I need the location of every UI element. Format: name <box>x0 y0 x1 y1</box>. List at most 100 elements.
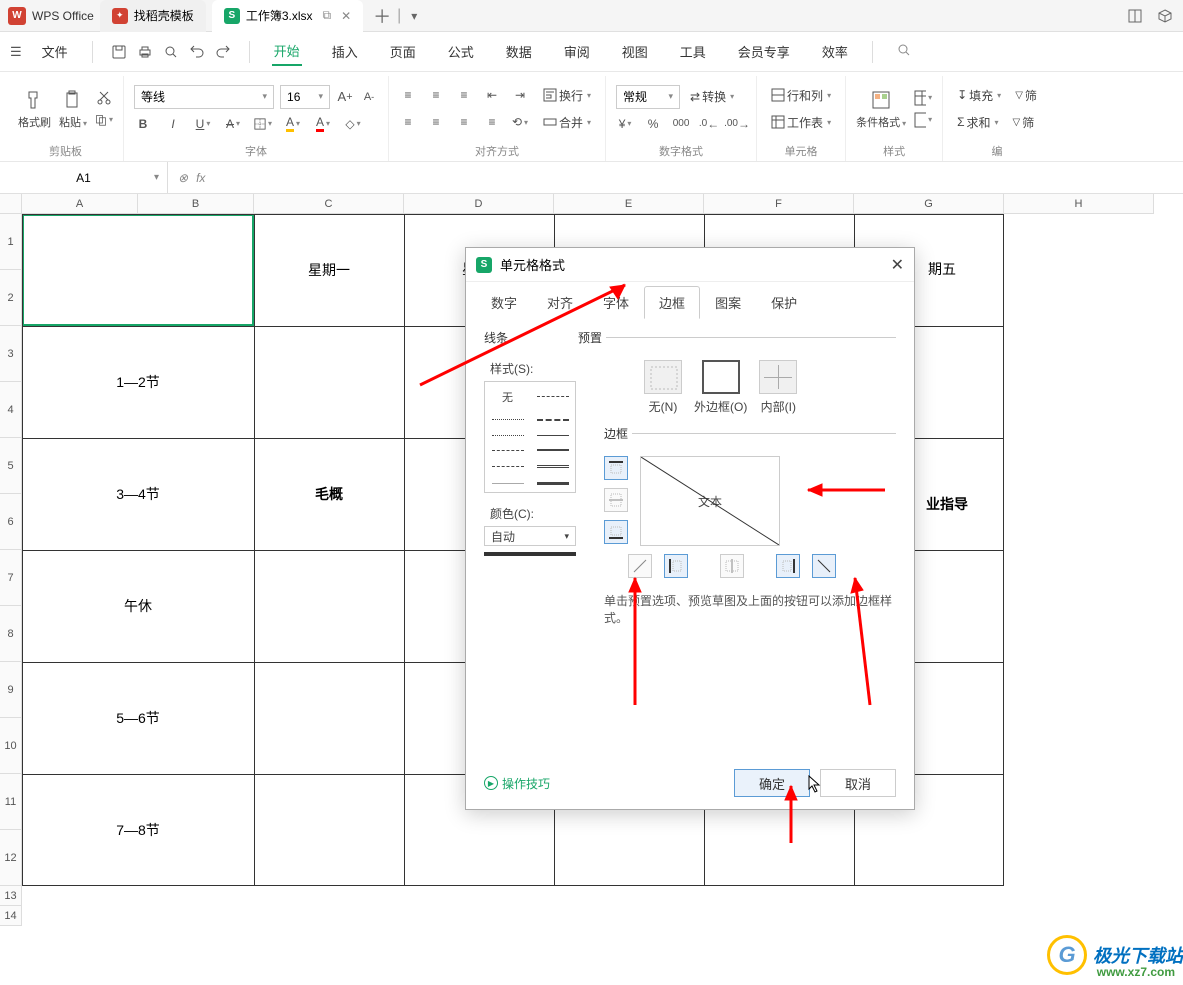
save-icon[interactable] <box>111 44 127 60</box>
row-header[interactable]: 8 <box>0 606 22 662</box>
chevron-down-icon[interactable]: ▾ <box>154 172 159 183</box>
rowcol-button[interactable]: 行和列▾ <box>767 85 835 106</box>
strikethrough-icon[interactable]: A▾ <box>224 115 242 133</box>
cell[interactable]: 毛概 <box>254 438 404 550</box>
row-header[interactable]: 2 <box>0 270 22 326</box>
cell[interactable]: 期五 <box>912 259 972 279</box>
col-header[interactable]: A <box>22 194 138 214</box>
menu-formula[interactable]: 公式 <box>446 38 476 65</box>
row-header[interactable]: 12 <box>0 830 22 886</box>
style-option[interactable] <box>530 475 575 492</box>
cell[interactable]: 午休 <box>22 550 254 662</box>
style-option[interactable] <box>530 442 575 458</box>
cube-icon[interactable] <box>1157 8 1173 24</box>
menu-start[interactable]: 开始 <box>272 37 302 66</box>
row-header[interactable]: 13 <box>0 886 22 906</box>
align-middle-icon[interactable]: ≡ <box>427 86 445 104</box>
thousands-icon[interactable]: 000 <box>672 115 690 133</box>
increase-decimal-icon[interactable]: .0← <box>700 115 718 133</box>
align-top-icon[interactable]: ≡ <box>399 86 417 104</box>
fill-color-icon[interactable]: A▾ <box>284 115 302 133</box>
convert-button[interactable]: ⇄转换▾ <box>686 86 738 107</box>
border-left-button[interactable] <box>664 554 688 578</box>
file-menu[interactable]: 文件 <box>40 38 70 65</box>
style-option[interactable] <box>485 442 530 458</box>
menu-page[interactable]: 页面 <box>388 38 418 65</box>
merge-button[interactable]: 合并▾ <box>539 112 595 133</box>
clear-format-icon[interactable]: ◇▾ <box>344 115 362 133</box>
align-left-icon[interactable]: ≡ <box>399 113 417 131</box>
add-tab-button[interactable]: ＋ <box>373 3 391 29</box>
col-header[interactable]: F <box>704 194 854 214</box>
sum-button[interactable]: Σ求和▾ <box>953 112 1002 133</box>
cell[interactable]: 3—4节 <box>22 438 254 550</box>
style-option[interactable] <box>485 458 530 475</box>
close-icon[interactable]: ✕ <box>891 255 904 275</box>
preset-inner[interactable]: 内部(I) <box>759 360 797 415</box>
menu-vip[interactable]: 会员专享 <box>736 38 792 65</box>
row-header[interactable]: 10 <box>0 718 22 774</box>
border-right-button[interactable] <box>776 554 800 578</box>
col-header[interactable]: B <box>138 194 254 214</box>
indent-decrease-icon[interactable]: ⇤ <box>483 86 501 104</box>
redo-icon[interactable] <box>215 44 231 60</box>
row-header[interactable]: 6 <box>0 494 22 550</box>
tab-number[interactable]: 数字 <box>476 286 532 319</box>
row-header[interactable]: 5 <box>0 438 22 494</box>
color-select[interactable]: 自动▾ <box>484 526 576 546</box>
cell[interactable]: 星期一 <box>254 214 404 326</box>
menu-insert[interactable]: 插入 <box>330 38 360 65</box>
border-top-button[interactable] <box>604 456 628 480</box>
tab-duplicate-icon[interactable]: ⧉ <box>323 8 332 23</box>
cell[interactable]: 业指导 <box>912 494 982 514</box>
decrease-font-icon[interactable]: A- <box>360 88 378 106</box>
sort-button[interactable]: ▽筛 <box>1009 112 1039 133</box>
row-header[interactable]: 7 <box>0 550 22 606</box>
tab-font[interactable]: 字体 <box>588 286 644 319</box>
tab-close-icon[interactable]: ✕ <box>341 9 351 23</box>
col-header[interactable]: G <box>854 194 1004 214</box>
row-header[interactable]: 11 <box>0 774 22 830</box>
tab-protect[interactable]: 保护 <box>756 286 812 319</box>
increase-font-icon[interactable]: A+ <box>336 88 354 106</box>
style-option[interactable] <box>485 412 530 428</box>
italic-icon[interactable]: I <box>164 115 182 133</box>
undo-icon[interactable] <box>189 44 205 60</box>
cell[interactable]: 7—8节 <box>22 774 254 886</box>
number-format-select[interactable]: 常规▾ <box>616 85 680 109</box>
border-hmiddle-button[interactable] <box>604 488 628 512</box>
print-icon[interactable] <box>137 44 153 60</box>
border-vmiddle-button[interactable] <box>720 554 744 578</box>
filter-button[interactable]: ▽筛 <box>1011 85 1041 106</box>
conditional-format-button[interactable]: 条件格式▾ <box>856 88 906 130</box>
font-size-select[interactable]: 16▾ <box>280 85 330 109</box>
fx-icon[interactable]: fx <box>196 171 205 185</box>
decrease-decimal-icon[interactable]: .00→ <box>728 115 746 133</box>
preset-none[interactable]: 无(N) <box>644 360 682 415</box>
percent-icon[interactable]: % <box>644 115 662 133</box>
border-icon[interactable]: ▾ <box>254 115 272 133</box>
table-format-icon[interactable]: ▾ <box>914 89 932 107</box>
cut-icon[interactable] <box>95 89 113 107</box>
cancel-button[interactable]: 取消 <box>820 769 896 797</box>
format-painter-button[interactable]: 格式刷 <box>18 88 51 130</box>
worksheet-button[interactable]: 工作表▾ <box>767 112 835 133</box>
style-none[interactable]: 无 <box>485 382 530 412</box>
border-diag-down-button[interactable] <box>812 554 836 578</box>
col-header[interactable]: D <box>404 194 554 214</box>
font-color-icon[interactable]: A▾ <box>314 115 332 133</box>
cell[interactable]: 5—6节 <box>22 662 254 774</box>
style-option[interactable] <box>530 382 575 412</box>
orientation-icon[interactable]: ⟲▾ <box>511 113 529 131</box>
select-all-corner[interactable] <box>0 194 22 214</box>
border-bottom-button[interactable] <box>604 520 628 544</box>
menu-view[interactable]: 视图 <box>620 38 650 65</box>
style-option[interactable] <box>530 412 575 428</box>
tab-template[interactable]: ✦ 找稻壳模板 <box>100 0 206 32</box>
wrap-text-button[interactable]: 换行▾ <box>539 85 595 106</box>
align-justify-icon[interactable]: ≡ <box>483 113 501 131</box>
name-box-input[interactable] <box>10 171 157 185</box>
row-header[interactable]: 1 <box>0 214 22 270</box>
cell-style-icon[interactable]: ▾ <box>914 111 932 129</box>
col-header[interactable]: E <box>554 194 704 214</box>
